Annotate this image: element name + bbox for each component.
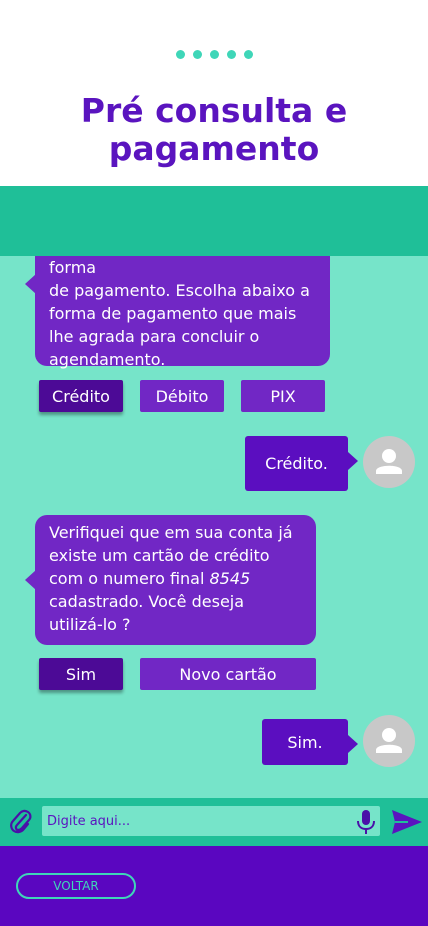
pix-option-button[interactable]: PIX <box>241 380 325 412</box>
bot-message-payment: Agora vamos prosseguir com a forma de pa… <box>25 256 330 369</box>
credit-option-button[interactable]: Crédito <box>39 380 123 412</box>
user-message-yes: Sim. <box>262 719 358 765</box>
progress-dot <box>175 50 185 59</box>
page-title-line-1: Pré consulta e <box>80 91 348 130</box>
message-input[interactable] <box>42 806 380 836</box>
bot-message-card: Verifiquei que em sua conta já existe um… <box>25 515 316 645</box>
back-button[interactable]: VOLTAR <box>16 873 136 899</box>
message-line: Agora vamos prosseguir com a forma <box>49 258 97 277</box>
message-line: forma de pagamento que mais <box>49 304 297 323</box>
message-line: agendamento. <box>49 350 166 369</box>
message-line: de pagamento. Escolha abaixo a <box>49 281 310 300</box>
debit-option-button[interactable]: Débito <box>140 380 224 412</box>
user-avatar-icon <box>363 436 415 488</box>
microphone-icon[interactable] <box>354 808 378 836</box>
user-avatar-icon <box>363 715 415 767</box>
message-line: Verifiquei que em sua conta já <box>49 523 293 542</box>
page-title: Pré consulta e pagamento <box>0 92 428 168</box>
message-line: existe um cartão de crédito <box>49 546 270 565</box>
new-card-option-button[interactable]: Novo cartão <box>140 658 316 690</box>
page-footer: VOLTAR <box>0 846 428 926</box>
user-message-text: Sim. <box>287 732 323 752</box>
user-message-text: Crédito. <box>265 454 328 473</box>
message-line: utilizá-lo ? <box>49 615 131 634</box>
progress-dot <box>243 50 253 59</box>
yes-option-button[interactable]: Sim <box>39 658 123 690</box>
card-number: 8545 <box>209 569 251 588</box>
message-line: cadastrado. Você deseja <box>49 592 245 611</box>
page-header: Pré consulta e pagamento <box>0 0 428 186</box>
send-icon[interactable] <box>390 808 424 836</box>
message-line: lhe agrada para concluir o <box>49 327 260 346</box>
user-message-credit: Crédito. <box>245 436 358 491</box>
message-line: com o numero final 8545 <box>49 567 302 590</box>
message-text: com o numero final <box>49 569 210 588</box>
paperclip-icon[interactable] <box>6 806 36 838</box>
header-band <box>0 186 428 256</box>
page-title-line-2: pagamento <box>108 129 320 168</box>
progress-dot <box>209 50 219 59</box>
chat-area[interactable]: Agora vamos prosseguir com a forma de pa… <box>0 256 428 798</box>
progress-dot <box>192 50 202 59</box>
progress-dot <box>226 50 236 59</box>
message-input-bar <box>0 798 428 846</box>
progress-dots <box>0 50 428 59</box>
